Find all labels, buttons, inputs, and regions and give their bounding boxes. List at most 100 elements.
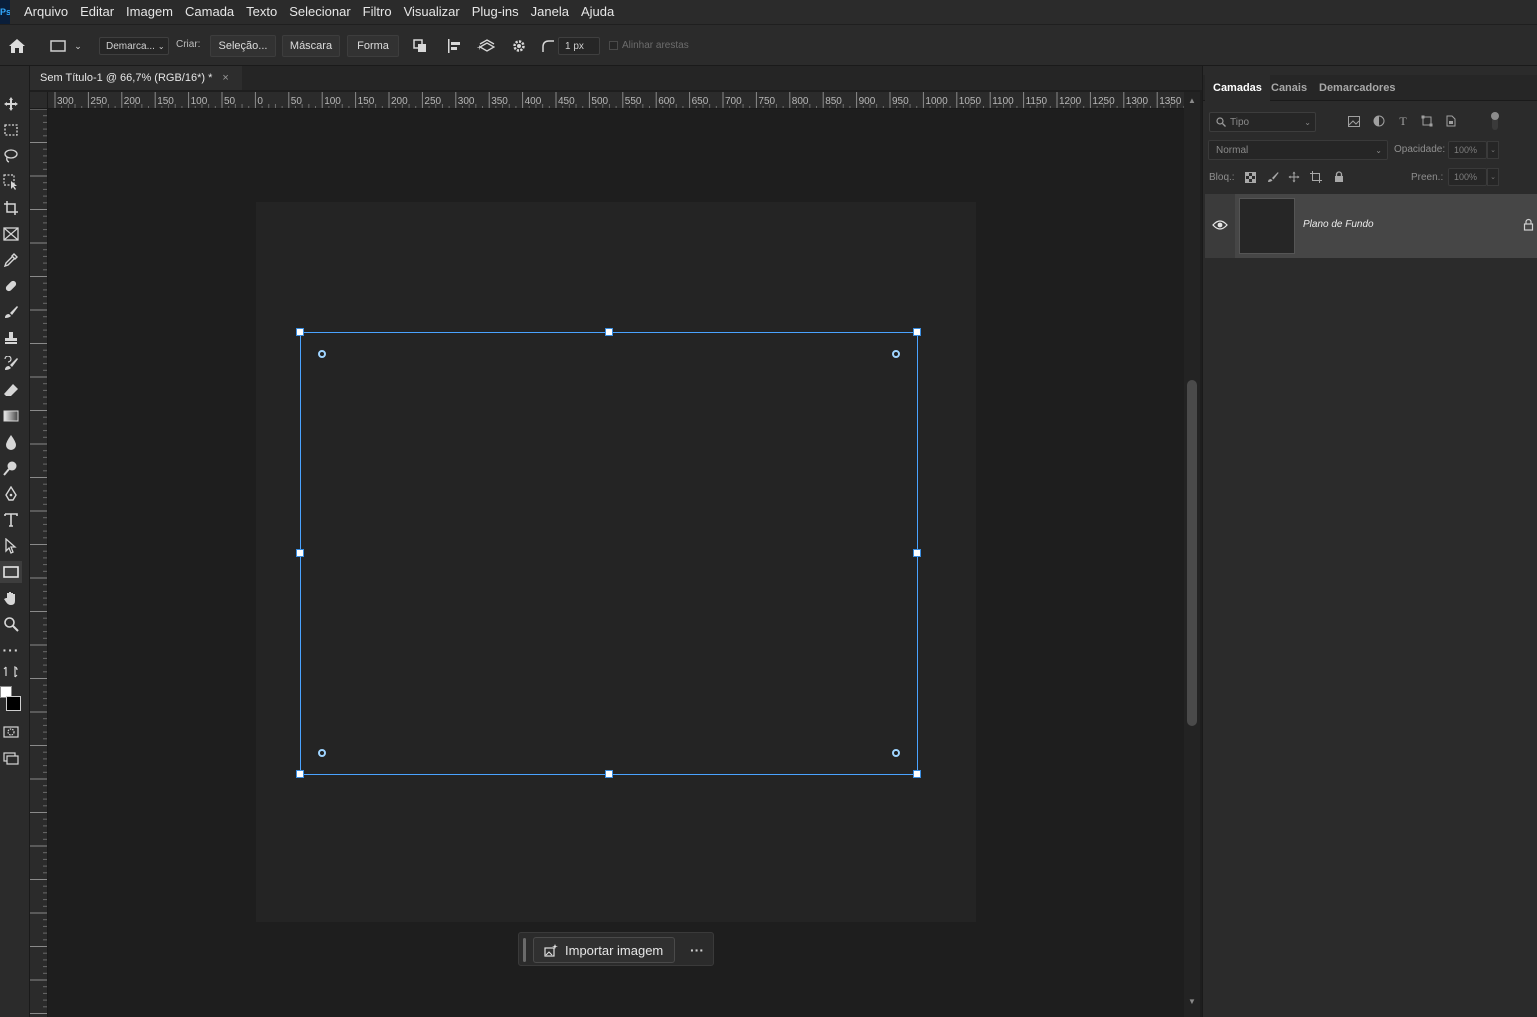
path-selection-tool-icon[interactable]: [0, 535, 22, 557]
corner-radius-input[interactable]: 1 px: [558, 37, 600, 55]
ruler-tick-label: 900: [859, 96, 876, 107]
healing-brush-tool-icon[interactable]: [0, 275, 22, 297]
chevron-down-icon[interactable]: ⌄: [1487, 168, 1499, 186]
rectangle-shape-bounding-box[interactable]: [300, 332, 918, 775]
menu-editar[interactable]: Editar: [74, 0, 120, 24]
lock-image-pixels-icon[interactable]: [1266, 170, 1280, 184]
selection-button[interactable]: Seleção...: [210, 35, 276, 57]
transform-handle-right[interactable]: [913, 549, 921, 557]
corner-radius-handle-top-right[interactable]: [892, 350, 900, 358]
path-arrangement-icon[interactable]: +: [476, 37, 496, 55]
transform-handle-bottom-right[interactable]: [913, 770, 921, 778]
shape-button[interactable]: Forma: [347, 35, 399, 57]
eye-icon[interactable]: [1212, 219, 1228, 233]
lock-position-icon[interactable]: [1287, 170, 1301, 184]
lock-artboard-icon[interactable]: [1309, 170, 1323, 184]
task-bar-grip[interactable]: [523, 938, 526, 962]
menu-plugins[interactable]: Plug-ins: [466, 0, 525, 24]
lock-transparent-pixels-icon[interactable]: [1243, 170, 1257, 184]
rectangle-tool-icon[interactable]: [0, 561, 22, 583]
path-alignment-icon[interactable]: [445, 37, 463, 55]
scroll-down-icon[interactable]: ▼: [1188, 997, 1196, 1006]
swap-colors-icon[interactable]: [0, 665, 22, 679]
tab-demarcadores[interactable]: Demarcadores: [1311, 75, 1403, 101]
layer-row[interactable]: Plano de Fundo: [1205, 194, 1537, 258]
more-tools-icon[interactable]: ···: [0, 639, 22, 661]
corner-radius-handle-bottom-right[interactable]: [892, 749, 900, 757]
pen-tool-icon[interactable]: [0, 483, 22, 505]
filter-smart-object-icon[interactable]: [1444, 114, 1458, 128]
filter-toggle[interactable]: [1491, 112, 1499, 130]
marquee-tool-icon[interactable]: [0, 119, 22, 141]
transform-handle-top-right[interactable]: [913, 328, 921, 336]
lasso-tool-icon[interactable]: [0, 145, 22, 167]
gear-icon[interactable]: [510, 37, 528, 55]
transform-handle-left[interactable]: [296, 549, 304, 557]
path-operations-icon[interactable]: [411, 37, 429, 55]
vertical-scrollbar[interactable]: ▲ ▼: [1184, 92, 1200, 1017]
corner-radius-handle-bottom-left[interactable]: [318, 749, 326, 757]
frame-tool-icon[interactable]: [0, 223, 22, 245]
menu-janela[interactable]: Janela: [525, 0, 575, 24]
scroll-up-icon[interactable]: ▲: [1188, 96, 1196, 105]
menu-texto[interactable]: Texto: [240, 0, 283, 24]
fill-input[interactable]: 100%: [1448, 168, 1487, 186]
document-tab[interactable]: Sem Título-1 @ 66,7% (RGB/16*) * ×: [30, 66, 242, 90]
corner-radius-handle-top-left[interactable]: [318, 350, 326, 358]
menu-visualizar[interactable]: Visualizar: [398, 0, 466, 24]
menu-selecionar[interactable]: Selecionar: [283, 0, 356, 24]
move-tool-icon[interactable]: [0, 93, 22, 115]
menu-camada[interactable]: Camada: [179, 0, 240, 24]
opacity-input[interactable]: 100%: [1448, 141, 1487, 159]
transform-handle-top-left[interactable]: [296, 328, 304, 336]
blend-mode-select[interactable]: Normal ⌄: [1208, 140, 1388, 160]
gradient-tool-icon[interactable]: [0, 405, 22, 427]
menu-arquivo[interactable]: Arquivo: [18, 0, 74, 24]
background-color-swatch[interactable]: [6, 696, 21, 711]
type-tool-icon[interactable]: [0, 509, 22, 531]
chevron-down-icon[interactable]: ⌄: [1487, 141, 1499, 159]
align-edges-checkbox[interactable]: [609, 41, 618, 50]
tab-camadas[interactable]: Camadas: [1205, 75, 1270, 101]
zoom-tool-icon[interactable]: [0, 613, 22, 635]
menu-filtro[interactable]: Filtro: [357, 0, 398, 24]
layer-name[interactable]: Plano de Fundo: [1303, 219, 1374, 230]
clone-stamp-tool-icon[interactable]: [0, 327, 22, 349]
filter-adjustment-icon[interactable]: [1372, 114, 1386, 128]
blur-tool-icon[interactable]: [0, 431, 22, 453]
menu-imagem[interactable]: Imagem: [120, 0, 179, 24]
lock-icon[interactable]: [1523, 218, 1535, 232]
filter-type-icon[interactable]: T: [1396, 114, 1410, 128]
transform-handle-bottom-left[interactable]: [296, 770, 304, 778]
mask-button[interactable]: Máscara: [282, 35, 340, 57]
layer-filter-select[interactable]: Tipo ⌄: [1209, 112, 1316, 132]
toolbar-collapse-handle[interactable]: [0, 68, 30, 74]
menu-ajuda[interactable]: Ajuda: [575, 0, 620, 24]
screen-mode-icon[interactable]: [0, 747, 22, 769]
home-icon[interactable]: [6, 36, 28, 56]
import-image-button[interactable]: Importar imagem: [533, 937, 675, 963]
crop-tool-icon[interactable]: [0, 197, 22, 219]
eyedropper-tool-icon[interactable]: [0, 249, 22, 271]
ruler-origin[interactable]: [30, 92, 48, 109]
canvas-pasteboard[interactable]: [48, 109, 1184, 1017]
more-options-icon[interactable]: ···: [687, 939, 707, 961]
brush-tool-icon[interactable]: [0, 301, 22, 323]
tab-canais[interactable]: Canais: [1263, 75, 1315, 101]
object-selection-tool-icon[interactable]: [0, 171, 22, 193]
history-brush-tool-icon[interactable]: [0, 353, 22, 375]
chevron-down-icon[interactable]: ⌄: [72, 39, 84, 53]
rectangle-frame-icon[interactable]: [48, 37, 68, 55]
scrollbar-thumb[interactable]: [1187, 380, 1197, 726]
dodge-tool-icon[interactable]: [0, 457, 22, 479]
close-icon[interactable]: ×: [222, 72, 228, 84]
filter-pixel-icon[interactable]: [1347, 114, 1361, 128]
transform-handle-top[interactable]: [605, 328, 613, 336]
transform-handle-bottom[interactable]: [605, 770, 613, 778]
quick-mask-icon[interactable]: [0, 721, 22, 743]
filter-shape-icon[interactable]: [1420, 114, 1434, 128]
hand-tool-icon[interactable]: [0, 587, 22, 609]
mode-select[interactable]: Demarca... ⌄: [99, 37, 169, 55]
lock-all-icon[interactable]: [1332, 170, 1346, 184]
eraser-tool-icon[interactable]: [0, 379, 22, 401]
